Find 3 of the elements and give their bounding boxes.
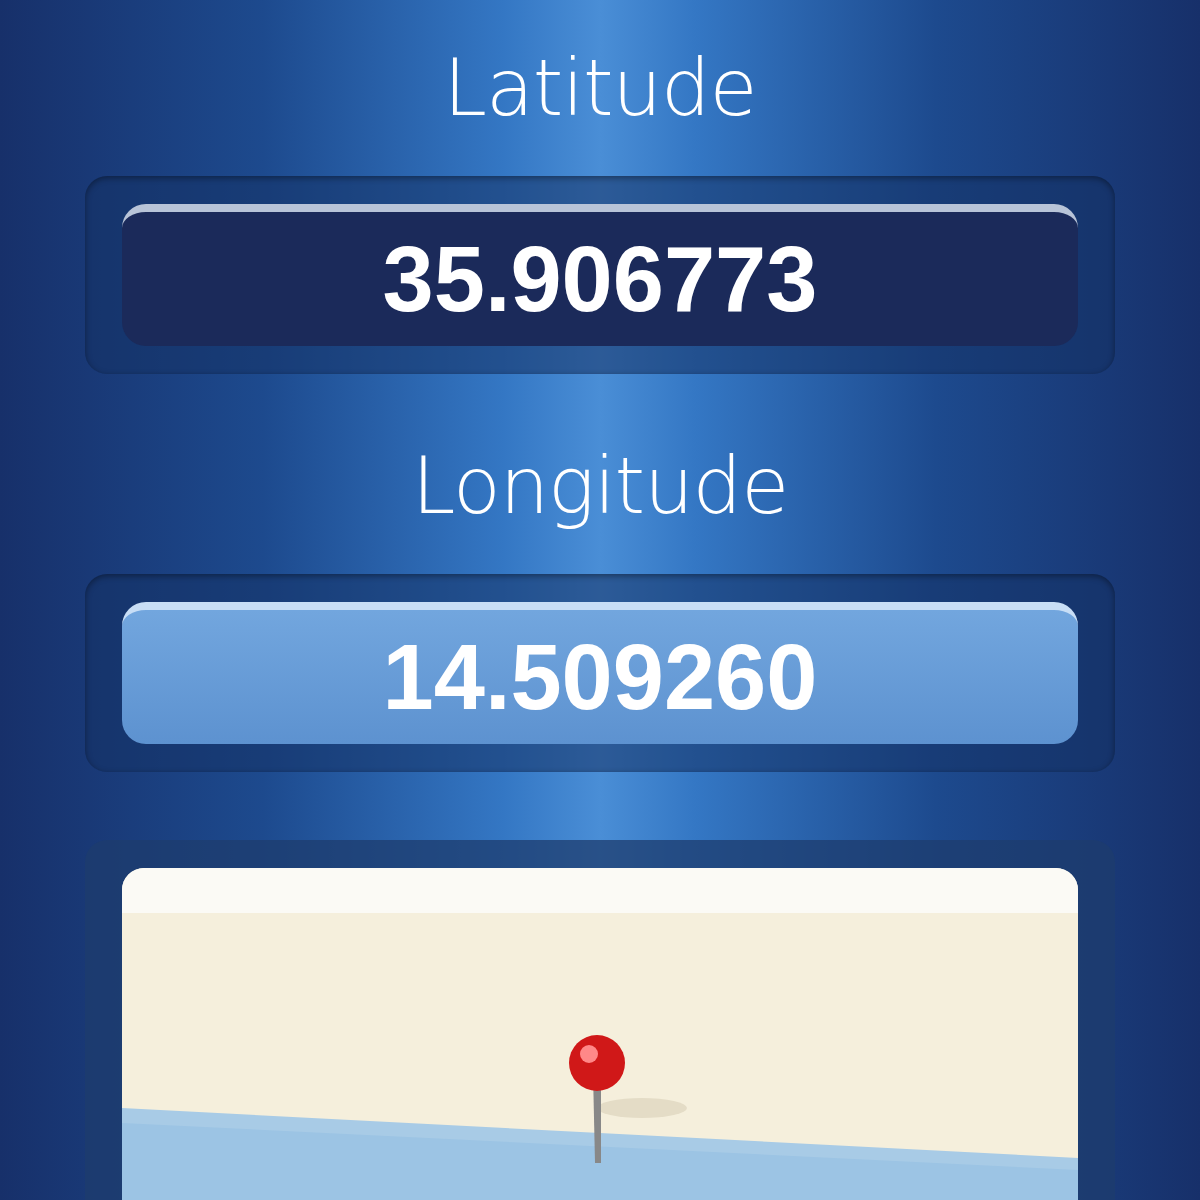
field-label: Longitude bbox=[411, 440, 789, 533]
field-label: Latitude bbox=[443, 42, 757, 135]
coordinate-field[interactable]: 35.906773 bbox=[122, 204, 1078, 346]
